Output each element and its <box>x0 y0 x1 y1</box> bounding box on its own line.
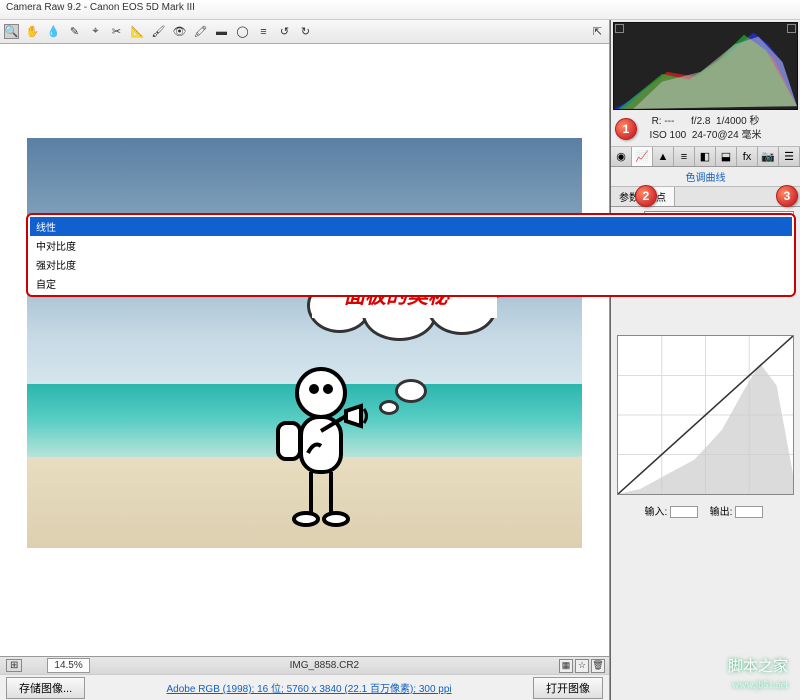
red-eye-icon[interactable]: 👁 <box>172 24 187 39</box>
thought-bubble-small <box>395 379 427 403</box>
graduated-filter-icon[interactable]: ▬ <box>214 24 229 39</box>
rotate-cw-icon[interactable]: ↻ <box>298 24 313 39</box>
adjustment-tabs: ◉ 📈 ▲ ≡ ◧ ⬓ fx 📷 ☰ <box>611 147 800 167</box>
rotate-ccw-icon[interactable]: ↺ <box>277 24 292 39</box>
delete-icon[interactable]: 🗑 <box>591 659 605 673</box>
status-bar: ⊞ 14.5% IMG_8858.CR2 ▦ ☆ 🗑 <box>0 656 609 674</box>
input-value-field[interactable] <box>670 506 698 518</box>
toolbar: 🔍 ✋ 💧 ✎ ⌖ ✂ 📐 🖌 👁 🖍 ▬ ◯ ≡ ↺ ↻ ⇱ <box>0 20 609 44</box>
basic-tab-icon[interactable]: ◉ <box>611 147 632 166</box>
tone-curve-tab-icon[interactable]: 📈 <box>632 147 653 166</box>
fx-tab-icon[interactable]: fx <box>737 147 758 166</box>
window-title: Camera Raw 9.2 - Canon EOS 5D Mark III <box>0 0 800 20</box>
character-illustration <box>266 361 376 531</box>
split-tone-tab-icon[interactable]: ◧ <box>695 147 716 166</box>
output-value-field[interactable] <box>735 506 763 518</box>
radial-filter-icon[interactable]: ◯ <box>235 24 250 39</box>
annotation-marker-3: 3 <box>776 185 798 207</box>
camera-tab-icon[interactable]: 📷 <box>758 147 779 166</box>
panel-title: 色调曲线 <box>611 167 800 187</box>
target-adjust-icon[interactable]: ⌖ <box>88 24 103 39</box>
highlight-clip-icon[interactable] <box>787 24 796 33</box>
option-linear[interactable]: 线性 <box>30 217 792 236</box>
option-custom[interactable]: 自定 <box>30 274 792 293</box>
shadow-clip-icon[interactable] <box>615 24 624 33</box>
lens-tab-icon[interactable]: ⬓ <box>716 147 737 166</box>
annotation-marker-1: 1 <box>615 118 637 140</box>
exif-metadata: R: --- f/2.8 1/4000 秒 ISO 100 24-70@24 毫… <box>611 112 800 147</box>
open-image-button[interactable]: 打开图像 <box>533 677 603 699</box>
crop-icon[interactable]: ✂ <box>109 24 124 39</box>
thought-bubble-tiny <box>379 400 399 415</box>
rating-icon[interactable]: ☆ <box>575 659 589 673</box>
image-preview[interactable]: 快来看曲线 面板的奥秘 <box>0 44 609 656</box>
right-panel: R: --- f/2.8 1/4000 秒 ISO 100 24-70@24 毫… <box>610 20 800 700</box>
zoom-tool-icon[interactable]: 🔍 <box>4 24 19 39</box>
watermark: 脚本之家 www.jb51.net <box>728 659 788 692</box>
workflow-link[interactable]: Adobe RGB (1998); 16 位; 5760 x 3840 (22.… <box>85 680 533 695</box>
curve-preset-dropdown[interactable]: 线性 中对比度 强对比度 自定 <box>26 213 796 297</box>
tone-curve-graph[interactable] <box>617 335 794 495</box>
option-strong-contrast[interactable]: 强对比度 <box>30 255 792 274</box>
color-sampler-icon[interactable]: ✎ <box>67 24 82 39</box>
straighten-icon[interactable]: 📐 <box>130 24 145 39</box>
presets-tab-icon[interactable]: ☰ <box>779 147 800 166</box>
hsl-tab-icon[interactable]: ≡ <box>674 147 695 166</box>
spot-removal-icon[interactable]: 🖌 <box>151 24 166 39</box>
zoom-level[interactable]: 14.5% <box>47 658 89 673</box>
hand-tool-icon[interactable]: ✋ <box>25 24 40 39</box>
annotation-marker-2: 2 <box>635 185 657 207</box>
curve-io-row: 输入: 输出: <box>611 499 800 522</box>
adjustment-brush-icon[interactable]: 🖍 <box>193 24 208 39</box>
list-icon[interactable]: ≡ <box>256 24 271 39</box>
preview-toggle-icon[interactable]: ⇱ <box>590 24 605 39</box>
zoom-fit-icon[interactable]: ⊞ <box>6 659 22 672</box>
white-balance-icon[interactable]: 💧 <box>46 24 61 39</box>
filename-label: IMG_8858.CR2 <box>90 660 559 671</box>
detail-tab-icon[interactable]: ▲ <box>653 147 674 166</box>
option-medium-contrast[interactable]: 中对比度 <box>30 236 792 255</box>
save-image-button[interactable]: 存储图像... <box>6 677 85 699</box>
histogram[interactable] <box>613 22 798 110</box>
filmstrip-icon[interactable]: ▦ <box>559 659 573 673</box>
